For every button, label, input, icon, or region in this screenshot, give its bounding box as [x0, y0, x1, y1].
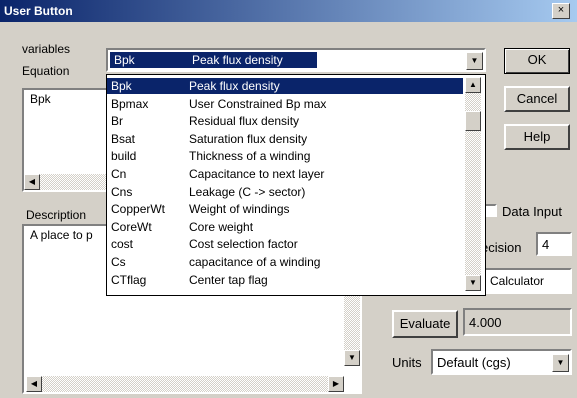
ok-button[interactable]: OK [504, 48, 570, 74]
dropdown-item-code: Bsat [111, 131, 136, 146]
precision-value: 4 [542, 237, 550, 252]
dropdown-item-desc: Center tap flag [189, 272, 268, 287]
description-text: A place to p [30, 228, 93, 242]
dropdown-item-code: cost [111, 237, 134, 252]
equation-text: Bpk [30, 92, 51, 106]
dropdown-item-code: Bpk [111, 79, 132, 93]
equation-scroll-track[interactable] [40, 174, 110, 190]
equation-label: Equation [22, 64, 70, 78]
cancel-button[interactable]: Cancel [504, 86, 570, 112]
description-scroll-down-icon[interactable]: ▼ [344, 350, 360, 366]
dropdown-item-desc: Cost selection factor [189, 237, 298, 252]
dropdown-item[interactable]: CTflag Center tap flag [107, 272, 463, 288]
close-icon[interactable]: × [552, 3, 570, 19]
units-select[interactable]: Default (cgs) ▼ [431, 349, 572, 375]
precision-input[interactable]: 4 [536, 232, 572, 256]
description-label: Description [26, 208, 87, 222]
calculator-label: Calculator [490, 274, 545, 288]
dropdown-item-code: build [111, 149, 137, 164]
dropdown-item[interactable]: Bsat Saturation flux density [107, 131, 463, 147]
help-button[interactable]: Help [504, 124, 570, 150]
dropdown-item-code: Br [111, 114, 123, 129]
dropdown-item-code: CoreWt [111, 219, 152, 234]
data-input-label: Data Input [502, 204, 562, 219]
dropdown-item-desc: Capacitance to next layer [189, 167, 325, 181]
dropdown-item[interactable]: Cs capacitance of a winding [107, 254, 463, 270]
description-hscroll-track[interactable] [42, 376, 328, 392]
dropdown-item-code: Cs [111, 255, 126, 269]
dropdown-item[interactable]: Cn Capacitance to next layer [107, 166, 463, 182]
dropdown-item[interactable]: Br Residual flux density [107, 113, 463, 129]
variables-dropdown-list[interactable]: Bpk Peak flux density Bpmax User Constraine… [106, 74, 486, 296]
dropdown-item-desc: Thickness of a winding [189, 149, 311, 164]
list-scroll-down-icon[interactable]: ▼ [465, 275, 481, 291]
list-scroll-thumb[interactable] [465, 111, 481, 131]
units-dropdown-icon[interactable]: ▼ [552, 354, 569, 372]
evaluate-button[interactable]: Evaluate [392, 310, 458, 338]
dropdown-item-code: Cns [111, 184, 133, 199]
variables-label: variables [22, 42, 71, 56]
dropdown-item[interactable]: cost Cost selection factor [107, 236, 463, 252]
variables-combo[interactable]: Bpk Peak flux density ▼ [106, 48, 486, 72]
units-value: Default (cgs) [437, 355, 511, 370]
dropdown-item-code: CopperWt [111, 202, 166, 217]
combo-desc: Peak flux density [192, 53, 283, 67]
dropdown-item-desc: Saturation flux density [189, 131, 308, 146]
evaluate-result-field: 4.000 [463, 308, 572, 336]
description-scroll-right-icon[interactable]: ▶ [328, 376, 344, 392]
dropdown-item-code: Cn [111, 167, 127, 181]
description-scroll-left-icon[interactable]: ◀ [26, 376, 42, 392]
window-title: User Button [4, 4, 73, 18]
dropdown-item[interactable]: Cns Leakage (C -> sector) [107, 184, 463, 200]
dropdown-item[interactable]: Bpmax User Constrained Bp max [107, 96, 463, 112]
dropdown-item[interactable]: Bpk Peak flux density [107, 78, 463, 94]
dropdown-item-desc: Weight of windings [189, 202, 290, 217]
dropdown-item[interactable]: CoreWt Core weight [107, 219, 463, 235]
list-scroll-up-icon[interactable]: ▲ [465, 77, 481, 93]
dropdown-item-code: Bpmax [111, 96, 149, 111]
dropdown-item[interactable]: CopperWt Weight of windings [107, 201, 463, 217]
dropdown-item-code: CTflag [111, 272, 147, 287]
dropdown-item-desc: Peak flux density [189, 79, 280, 93]
dropdown-item-desc: capacitance of a winding [189, 255, 321, 269]
units-label: Units [392, 355, 422, 370]
title-bar [0, 0, 577, 22]
precision-label: ecision [481, 240, 522, 255]
dropdown-item-desc: Residual flux density [189, 114, 300, 129]
calculator-field[interactable]: Calculator [484, 268, 572, 294]
evaluate-result: 4.000 [469, 315, 502, 330]
dropdown-item[interactable]: build Thickness of a winding [107, 148, 463, 164]
dropdown-item-desc: Core weight [189, 219, 254, 234]
equation-scroll-left-icon[interactable]: ◀ [24, 174, 40, 190]
dropdown-item-desc: Leakage (C -> sector) [189, 184, 306, 199]
dropdown-item-desc: User Constrained Bp max [189, 96, 327, 111]
combo-code: Bpk [114, 53, 135, 67]
combo-dropdown-icon[interactable]: ▼ [466, 52, 483, 70]
